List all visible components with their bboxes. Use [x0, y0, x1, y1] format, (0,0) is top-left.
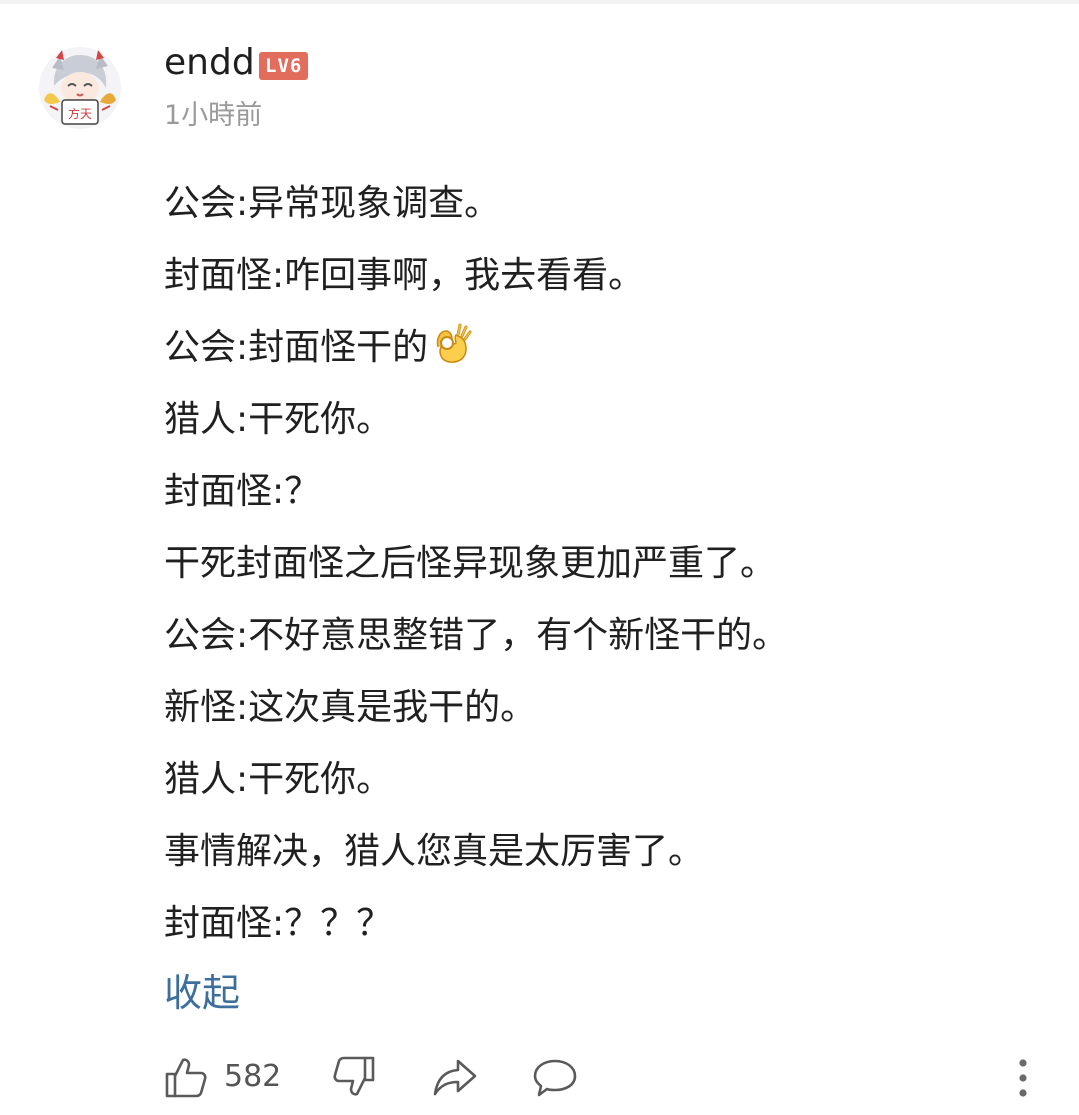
comment-line: 公会:封面怪干的	[164, 318, 1044, 390]
share-button[interactable]	[432, 1052, 478, 1102]
speech-bubble-icon	[533, 1059, 577, 1097]
comment-line: 公会:不好意思整错了，有个新怪干的。	[164, 615, 789, 656]
comment-line: 事情解决，猎人您真是太厉害了。	[164, 831, 705, 872]
comment-line: 猎人:干死你。	[164, 759, 393, 800]
comment-body: 公会:异常现象调查。 封面怪:咋回事啊，我去看看。 公会:封面怪干的 猎人:干死…	[164, 174, 1044, 966]
avatar-caption: 方天	[68, 106, 92, 121]
avatar[interactable]: 方天	[38, 46, 122, 130]
like-button[interactable]: 582	[164, 1052, 281, 1102]
comment-line: 新怪:这次真是我干的。	[164, 687, 537, 728]
collapse-button[interactable]: 收起	[164, 965, 240, 1021]
comment-line: 干死封面怪之后怪异现象更加严重了。	[164, 543, 777, 584]
reply-button[interactable]	[532, 1052, 578, 1102]
dislike-button[interactable]	[332, 1052, 376, 1102]
timestamp: 1小時前	[164, 100, 263, 131]
username[interactable]: endd	[164, 38, 255, 88]
avatar-image: 方天	[38, 46, 122, 130]
comment-line: 封面怪:？？？	[164, 903, 393, 944]
comment-line: 猎人:干死你。	[164, 399, 393, 440]
comment-line: 封面怪:咋回事啊，我去看看。	[164, 255, 645, 296]
like-count: 582	[224, 1059, 282, 1094]
comment-line: 公会:异常现象调查。	[164, 183, 501, 224]
share-arrow-icon	[433, 1059, 477, 1096]
thumbs-down-icon	[333, 1056, 375, 1096]
ok-hand-emoji-icon	[430, 323, 472, 384]
comment-line: 封面怪:？	[164, 471, 321, 512]
thumbs-up-icon	[165, 1058, 207, 1098]
level-badge: LV6	[259, 52, 309, 80]
vertical-ellipsis-icon	[1019, 1059, 1027, 1097]
more-options-button[interactable]	[1008, 1056, 1038, 1100]
top-divider	[0, 0, 1079, 4]
